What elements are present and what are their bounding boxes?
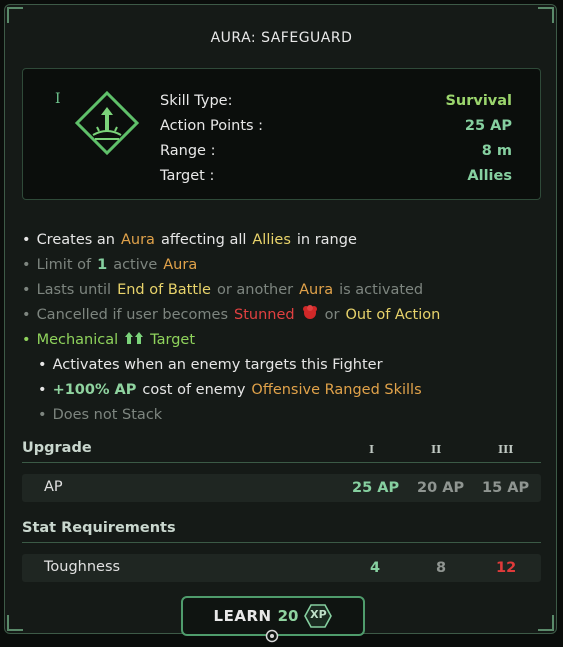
xp-icon: XP [304,604,333,628]
desc-text: in range [296,231,357,248]
skill-type-label: Skill Type: [160,93,233,109]
description-line: • Cancelled if user becomes Stunned or O… [22,302,541,327]
keyword-offensive-ranged-skills[interactable]: Offensive Ranged Skills [251,382,421,398]
stat-requirements-title: Stat Requirements [22,520,176,536]
keyword-out-of-action[interactable]: Out of Action [345,307,440,323]
learn-cost: 20 [277,607,299,625]
description-subline: • Does not Stack [22,402,541,427]
toughness-label: Toughness [44,559,121,575]
description-line: • Lasts until End of Battle or another A… [22,277,541,302]
target-trigger-icon [124,330,144,350]
skill-info-rows: Skill Type: Survival Action Points : 25 … [160,93,512,193]
trigger-target[interactable]: Target [150,332,195,348]
skill-description: • Creates an Aura affecting all Allies i… [22,227,541,427]
desc-text: or another [216,281,294,298]
bullet: • [22,281,31,298]
desc-text: cost of enemy [142,381,246,398]
bullet: • [38,356,47,373]
upgrade-tier-3-value: 15 AP [482,480,530,496]
ap-cost-modifier: +100% AP [52,381,137,398]
upgrade-ap-row: AP 25 AP 20 AP 15 AP [22,474,541,502]
description-subline: • Activates when an enemy targets this F… [22,352,541,377]
desc-text: affecting all [160,231,247,248]
desc-text: active [113,256,158,273]
description-line: • Creates an Aura affecting all Allies i… [22,227,541,252]
keyword-allies[interactable]: Allies [252,232,290,248]
bullet: • [22,231,31,248]
action-points-row: Action Points : 25 AP [160,118,512,143]
upgrade-title: Upgrade [22,440,92,456]
desc-text: or [324,306,340,323]
keyword-aura[interactable]: Aura [299,282,333,298]
desc-text: Does not Stack [52,406,163,423]
corner-ornament [7,7,23,23]
action-points-label: Action Points : [160,118,264,134]
bullet: • [22,306,31,323]
aura-tower-icon [73,90,141,156]
description-subline: • +100% AP cost of enemy Offensive Range… [22,377,541,402]
corner-ornament [538,615,554,631]
learn-label: LEARN [213,607,272,625]
corner-ornament [7,615,23,631]
action-points-value: 25 AP [464,118,512,134]
range-value: 8 m [481,143,512,159]
bullet: • [22,331,31,348]
desc-text: Limit of [36,256,92,273]
upgrade-tier-1-value: 25 AP [352,480,400,496]
skill-type-value: Survival [445,93,512,109]
desc-text: Lasts until [36,281,112,298]
skill-tier-label: I [55,91,61,107]
upgrade-ap-label: AP [44,479,63,495]
description-line: • Mechanical Target [22,327,541,352]
xp-unit: XP [310,608,327,621]
target-row: Target : Allies [160,168,512,193]
upgrade-tier-2-value: 20 AP [417,480,465,496]
keyword-aura[interactable]: Aura [163,257,197,273]
range-row: Range : 8 m [160,143,512,168]
toughness-tier-3-value: 12 [496,560,517,576]
tier-2-label: II [431,443,442,456]
bullet: • [38,406,47,423]
upgrade-header: Upgrade I II III [22,440,541,463]
toughness-tier-1-value: 4 [370,560,381,576]
skill-info-box: I Skill Type: Survival Action Points : 2… [22,68,541,200]
limit-value: 1 [97,256,108,273]
desc-text: Activates when an enemy targets this Fig… [52,356,383,373]
toughness-tier-2-value: 8 [436,560,447,576]
keyword-aura[interactable]: Aura [121,232,155,248]
desc-text: is activated [339,281,424,298]
desc-text: Creates an [36,231,115,248]
tier-1-label: I [369,443,375,456]
range-label: Range : [160,143,216,159]
target-ring-icon [265,628,279,643]
desc-text: Cancelled if user becomes [36,306,228,323]
toughness-row: Toughness 4 8 12 [22,554,541,582]
keyword-stunned[interactable]: Stunned [234,307,295,323]
target-label: Target : [160,168,215,184]
stunned-icon [301,304,319,325]
target-value: Allies [467,168,512,184]
stat-requirements-header: Stat Requirements [22,520,541,543]
trigger-mechanical[interactable]: Mechanical [37,332,119,348]
skill-title: AURA: SAFEGUARD [210,30,353,46]
tier-3-label: III [498,443,514,456]
corner-ornament [538,7,554,23]
keyword-end-of-battle[interactable]: End of Battle [117,282,211,298]
description-line: • Limit of 1 active Aura [22,252,541,277]
bullet: • [38,381,47,398]
skill-type-row: Skill Type: Survival [160,93,512,118]
bullet: • [22,256,31,273]
